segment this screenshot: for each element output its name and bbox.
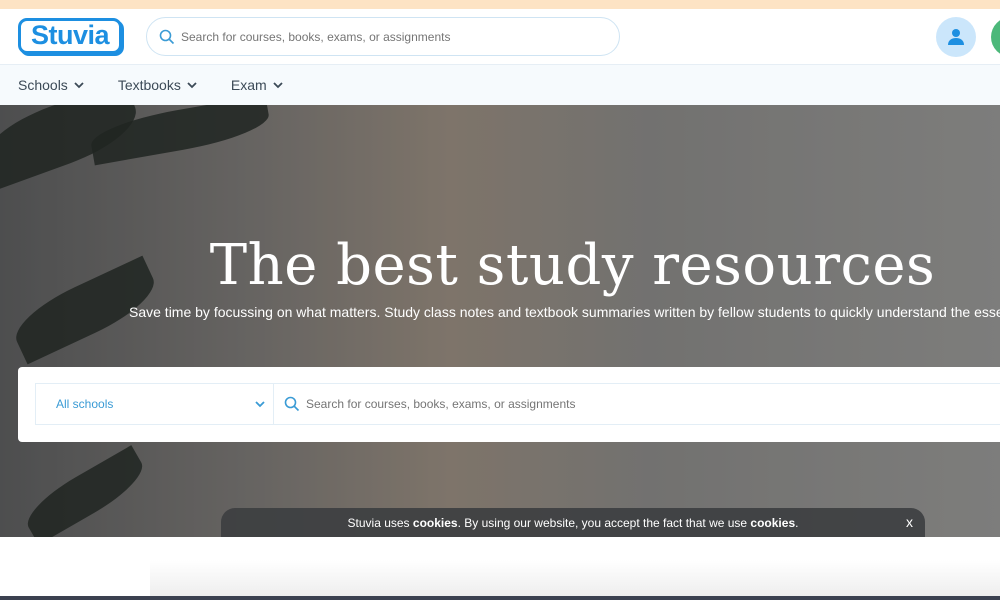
top-banner-strip xyxy=(0,0,1000,9)
header: Stuvia xyxy=(0,9,1000,65)
cookie-banner: Stuvia uses cookies. By using our websit… xyxy=(221,508,925,537)
cookie-link[interactable]: cookies xyxy=(750,516,795,530)
close-icon[interactable]: x xyxy=(906,514,913,530)
nav-schools[interactable]: Schools xyxy=(18,77,84,93)
cookie-link[interactable]: cookies xyxy=(413,516,458,530)
secondary-button[interactable] xyxy=(991,17,1000,57)
cookie-text-part: Stuvia uses xyxy=(347,515,413,530)
hero-search[interactable] xyxy=(274,383,1000,425)
bottom-strip xyxy=(0,596,1000,600)
nav-label: Exam xyxy=(230,77,267,93)
hero-overlay xyxy=(0,105,1000,537)
search-icon xyxy=(284,396,300,412)
nav-textbooks[interactable]: Textbooks xyxy=(118,77,197,93)
chevron-down-icon xyxy=(255,400,265,407)
school-select[interactable]: All schools xyxy=(35,383,274,425)
hero-subtitle: Save time by focussing on what matters. … xyxy=(129,304,1000,320)
header-search-input[interactable] xyxy=(181,29,601,44)
hero-section: The best study resources Save time by fo… xyxy=(0,105,1000,537)
cookie-text-part: . By using our website, you accept the f… xyxy=(457,515,751,530)
nav-label: Textbooks xyxy=(117,77,181,93)
cookie-text-part: . xyxy=(795,515,799,530)
header-search[interactable] xyxy=(146,17,620,56)
main-nav: Schools Textbooks Exam xyxy=(0,65,1000,105)
hero-title: The best study resources xyxy=(209,233,936,298)
chevron-down-icon xyxy=(74,81,84,88)
cookie-text: Stuvia uses cookies. By using our websit… xyxy=(348,516,799,530)
school-select-value: All schools xyxy=(56,397,114,411)
search-icon xyxy=(159,29,175,44)
hero-search-box: All schools xyxy=(18,367,1000,442)
nav-exam[interactable]: Exam xyxy=(231,77,283,93)
nav-label: Schools xyxy=(18,77,68,93)
hero-search-input[interactable] xyxy=(306,397,906,411)
user-account-button[interactable] xyxy=(936,17,976,57)
page-fade xyxy=(150,560,1000,596)
chevron-down-icon xyxy=(187,81,197,88)
user-icon xyxy=(948,29,964,45)
chevron-down-icon xyxy=(273,81,283,88)
stuvia-logo[interactable]: Stuvia xyxy=(18,18,122,54)
